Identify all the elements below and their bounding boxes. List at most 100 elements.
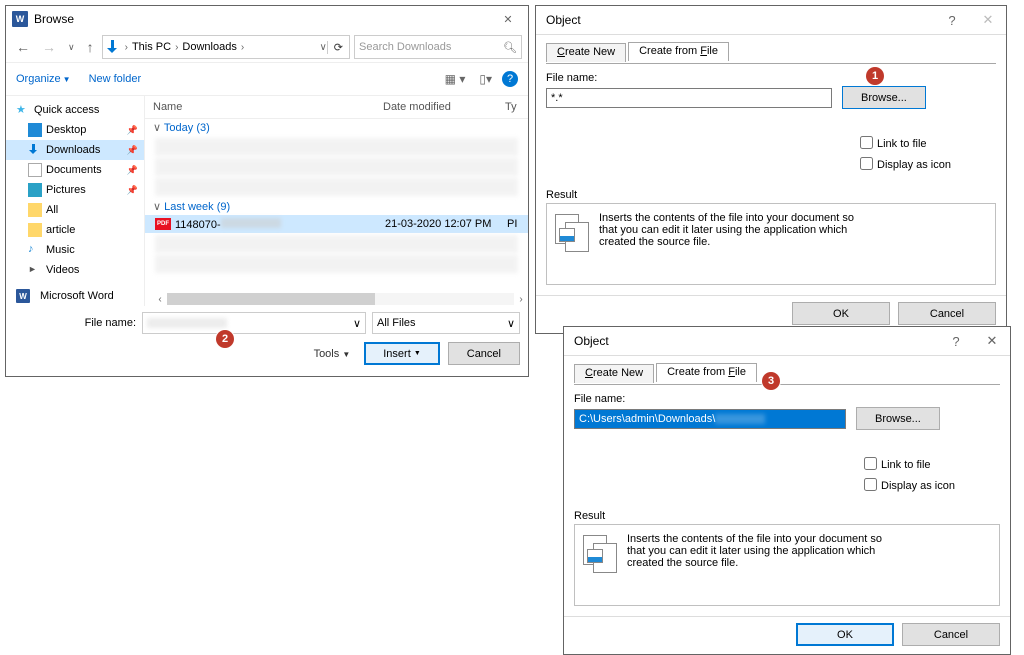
file-list: Name Date modified Ty ∨ Today (3) ∨ Last… (145, 96, 528, 306)
h-scrollbar[interactable]: ‹ › (153, 292, 528, 306)
cancel-button[interactable]: Cancel (448, 342, 520, 365)
tab-create-from-file[interactable]: Create from File (628, 42, 729, 61)
path-dropdown[interactable]: ∨ (319, 42, 326, 53)
search-input[interactable]: Search Downloads 🔍︎ (354, 35, 522, 59)
ok-button[interactable]: OK (792, 302, 890, 325)
list-item[interactable] (155, 178, 518, 196)
dialog-title: Object (546, 13, 934, 27)
scroll-thumb[interactable] (167, 293, 375, 305)
result-label: Result (546, 189, 996, 201)
dialog-title: Object (574, 334, 938, 348)
cancel-button[interactable]: Cancel (898, 302, 996, 325)
col-type[interactable]: Ty (505, 101, 525, 113)
result-label: Result (574, 510, 1000, 522)
filename-input[interactable]: C:\Users\admin\Downloads\ (574, 409, 846, 429)
close-icon[interactable]: ✕ (974, 333, 1010, 349)
result-icon (583, 535, 619, 575)
col-name[interactable]: Name (145, 101, 383, 113)
result-text: Inserts the contents of the file into yo… (627, 533, 887, 597)
filename-input[interactable]: ∨ (142, 312, 366, 334)
sidebar: Quick access Desktop📌 Downloads📌 Documen… (6, 96, 145, 306)
breadcrumb[interactable]: › This PC › Downloads › ∨ ⟳ (102, 35, 350, 59)
tools-dropdown[interactable]: Tools ▼ (314, 348, 351, 360)
filter-select[interactable]: All Files∨ (372, 312, 520, 334)
display-as-icon-checkbox[interactable]: Display as icon (856, 154, 996, 173)
sidebar-item-downloads[interactable]: Downloads📌 (6, 140, 144, 160)
toolbar: Organize ▼ New folder ▦ ▾ ▯▾ ? (6, 62, 528, 95)
crumb-this-pc[interactable]: This PC (128, 41, 175, 53)
tabs: Create New Create from File (574, 362, 1000, 385)
forward-button[interactable]: → (38, 37, 60, 57)
sidebar-item-article[interactable]: article (6, 220, 144, 240)
step-badge-2: 2 (216, 330, 234, 348)
help-button[interactable]: ? (938, 334, 974, 349)
tab-create-new[interactable]: Create New (546, 43, 626, 62)
list-item[interactable] (155, 138, 518, 156)
column-headers[interactable]: Name Date modified Ty (145, 96, 528, 119)
nav-row: ← → ∨ ↑ › This PC › Downloads › ∨ ⟳ Sear… (6, 32, 528, 62)
ok-button[interactable]: OK (796, 623, 894, 646)
sidebar-item-music[interactable]: Music (6, 240, 144, 260)
browse-button[interactable]: Browse... (856, 407, 940, 430)
object-dialog-2: Object ? ✕ Create New Create from File 3… (563, 326, 1011, 655)
pin-icon: 📌 (127, 145, 138, 156)
link-to-file-checkbox[interactable]: Link to file (856, 133, 996, 152)
preview-pane-button[interactable]: ▯▾ (475, 70, 496, 88)
folder-icon (28, 203, 42, 217)
recent-dropdown[interactable]: ∨ (64, 40, 79, 55)
sidebar-item-videos[interactable]: Videos (6, 260, 144, 280)
result-box: Inserts the contents of the file into yo… (546, 203, 996, 285)
pin-icon: 📌 (127, 185, 138, 196)
browse-footer: File name: ∨ All Files∨ Tools ▼ Insert ▼… (6, 306, 528, 373)
scroll-right[interactable]: › (514, 294, 528, 305)
up-button[interactable]: ↑ (83, 37, 98, 57)
col-date[interactable]: Date modified (383, 101, 505, 113)
close-icon[interactable]: ✕ (970, 12, 1006, 28)
videos-icon (28, 263, 42, 277)
help-button[interactable]: ? (502, 71, 518, 87)
word-icon: W (16, 289, 30, 303)
crumb-downloads[interactable]: Downloads (178, 41, 240, 53)
filename-label: File name: (546, 72, 996, 84)
cancel-button[interactable]: Cancel (902, 623, 1000, 646)
close-icon[interactable]: ✕ (488, 6, 528, 32)
insert-button[interactable]: Insert ▼ (364, 342, 440, 365)
scroll-left[interactable]: ‹ (153, 294, 167, 305)
result-icon (555, 214, 591, 254)
browse-button[interactable]: Browse... (842, 86, 926, 109)
list-item[interactable] (155, 235, 518, 253)
view-button[interactable]: ▦ ▾ (441, 70, 470, 88)
list-item-selected[interactable]: PDF 1148070- 21-03-2020 12:07 PM PI (145, 215, 528, 233)
titlebar: Object ? ✕ (564, 327, 1010, 356)
sidebar-item-all[interactable]: All (6, 200, 144, 220)
tab-create-new[interactable]: Create New (574, 364, 654, 383)
sidebar-item-quick-access[interactable]: Quick access (6, 100, 144, 120)
refresh-button[interactable]: ⟳ (327, 41, 349, 54)
group-today[interactable]: ∨ Today (3) (145, 119, 528, 136)
browse-dialog: W Browse ✕ ← → ∨ ↑ › This PC › Downloads… (5, 5, 529, 377)
display-as-icon-checkbox[interactable]: Display as icon (860, 475, 1000, 494)
sidebar-item-pictures[interactable]: Pictures📌 (6, 180, 144, 200)
filename-input[interactable]: *.* (546, 88, 832, 108)
music-icon (28, 243, 42, 257)
pin-icon: 📌 (127, 125, 138, 136)
tab-create-from-file[interactable]: Create from File (656, 363, 757, 382)
documents-icon (28, 163, 42, 177)
list-item[interactable] (155, 158, 518, 176)
sidebar-item-desktop[interactable]: Desktop📌 (6, 120, 144, 140)
organize-button[interactable]: Organize ▼ (16, 73, 71, 85)
sidebar-item-documents[interactable]: Documents📌 (6, 160, 144, 180)
word-icon: W (12, 11, 28, 27)
help-button[interactable]: ? (934, 13, 970, 28)
search-icon: 🔍︎ (503, 41, 517, 54)
list-item[interactable] (155, 255, 518, 273)
link-to-file-checkbox[interactable]: Link to file (860, 454, 1000, 473)
downloads-icon (107, 40, 121, 54)
search-placeholder: Search Downloads (359, 41, 451, 53)
back-button[interactable]: ← (12, 37, 34, 57)
sidebar-item-msword[interactable]: WMicrosoft Word (6, 286, 144, 306)
group-lastweek[interactable]: ∨ Last week (9) (145, 198, 528, 215)
titlebar: W Browse ✕ (6, 6, 528, 32)
folder-icon (28, 223, 42, 237)
new-folder-button[interactable]: New folder (89, 73, 142, 85)
